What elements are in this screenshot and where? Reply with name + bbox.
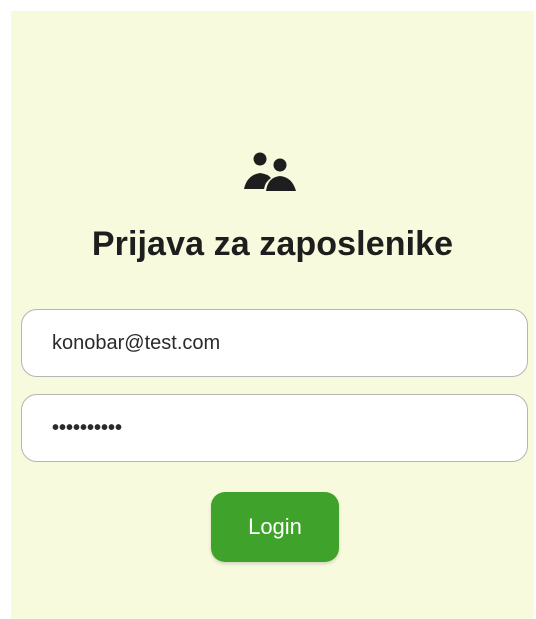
login-panel: Prijava za zaposlenike konobar@test.com … xyxy=(11,11,534,619)
email-field[interactable]: konobar@test.com xyxy=(21,309,528,377)
password-field[interactable]: •••••••••• xyxy=(21,394,528,462)
password-value: •••••••••• xyxy=(52,416,123,439)
login-button-label: Login xyxy=(248,514,302,539)
login-button[interactable]: Login xyxy=(211,492,339,562)
email-value: konobar@test.com xyxy=(52,331,221,354)
users-icon xyxy=(243,152,296,191)
users-icon-wrap xyxy=(11,151,534,199)
page-title: Prijava za zaposlenike xyxy=(91,225,454,263)
